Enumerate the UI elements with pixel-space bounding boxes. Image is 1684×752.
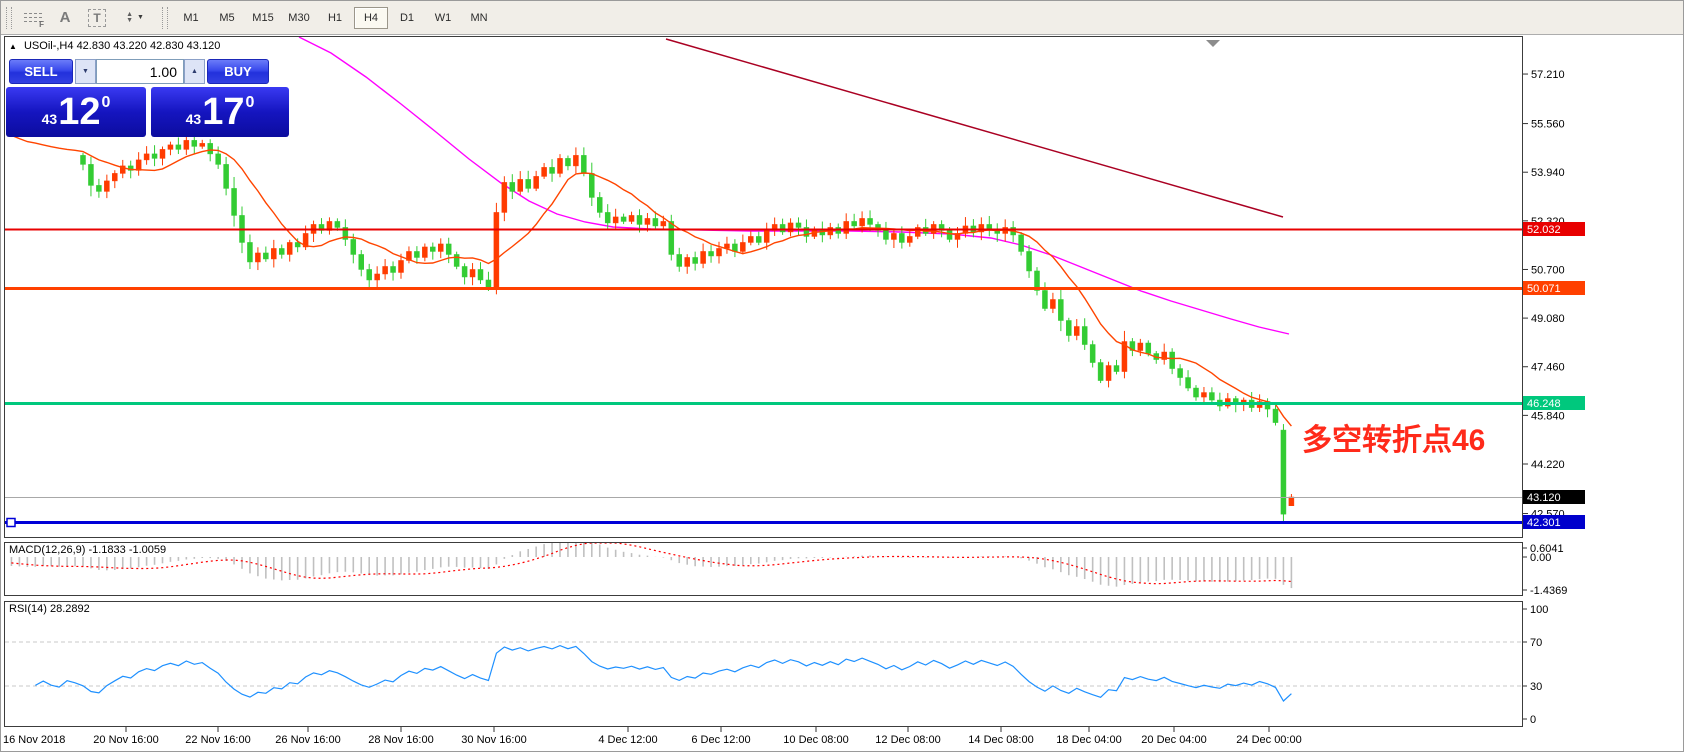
- macd-indicator-label: MACD(12,26,9) -1.1833 -1.0059: [9, 544, 166, 556]
- axis-tick-label: 50.700: [1531, 264, 1565, 276]
- text-tool-icon[interactable]: A: [49, 6, 81, 30]
- tab-timeframe-D1[interactable]: D1: [390, 7, 424, 29]
- date-axis[interactable]: 16 Nov 2018 20 Nov 16:00 22 Nov 16:00 26 No…: [1, 734, 1521, 752]
- axis-tick-label: 70: [1530, 637, 1542, 649]
- date-tick-label: 24 Dec 00:00: [1236, 734, 1301, 746]
- arrow-down-icon: ▼: [82, 68, 89, 75]
- axis-tick-label: 0: [1530, 714, 1536, 726]
- volume-input[interactable]: [96, 59, 184, 84]
- date-tick-label: 22 Nov 16:00: [185, 734, 250, 746]
- timeframe-group: M1M5M15M30H1H4D1W1MN: [173, 7, 497, 29]
- symbol-name: USOil-,H4: [24, 40, 74, 52]
- tab-timeframe-H1[interactable]: H1: [318, 7, 352, 29]
- axis-tick-label: 49.080: [1531, 313, 1565, 325]
- axis-tick-label: 45.840: [1531, 410, 1565, 422]
- tab-timeframe-H4[interactable]: H4: [354, 7, 388, 29]
- tab-timeframe-M1[interactable]: M1: [174, 7, 208, 29]
- date-tick-label: 10 Dec 08:00: [783, 734, 848, 746]
- tab-timeframe-W1[interactable]: W1: [426, 7, 460, 29]
- axis-tick-label: 43.120: [1527, 492, 1561, 504]
- buy-price-whole: 43: [186, 111, 202, 127]
- axis-tick-label: 30: [1530, 681, 1542, 693]
- arrows-tool-icon[interactable]: ▲ ▼ ▼: [113, 6, 157, 30]
- buy-price-pips: 17: [202, 91, 244, 134]
- rsi-indicator-label: RSI(14) 28.2892: [9, 603, 90, 615]
- axis-tick-label: 52.032: [1527, 224, 1561, 236]
- axis-tick-label: 44.220: [1531, 459, 1565, 471]
- toolbar-drag-handle[interactable]: [162, 7, 168, 29]
- mt4-window: F A T ▲ ▼ ▼ M1M5M15M30H1H4D1W1MN 57.210 5…: [0, 0, 1684, 752]
- axis-tick-label: 53.940: [1531, 167, 1565, 179]
- volume-increase-button[interactable]: ▲: [184, 59, 205, 84]
- textbox-tool-icon[interactable]: T: [81, 6, 113, 30]
- sell-price-pips: 12: [58, 91, 100, 134]
- date-tick-label: 4 Dec 12:00: [598, 734, 657, 746]
- symbol-header[interactable]: ▲ USOil-,H4 42.830 43.220 42.830 43.120: [9, 40, 220, 52]
- fibonacci-lines-icon: F: [24, 10, 42, 26]
- tab-timeframe-M15[interactable]: M15: [246, 7, 280, 29]
- date-tick-label: 6 Dec 12:00: [691, 734, 750, 746]
- sell-button[interactable]: SELL: [9, 59, 73, 84]
- tab-timeframe-M5[interactable]: M5: [210, 7, 244, 29]
- axis-tick-label: -1.4369: [1530, 585, 1567, 597]
- axis-tick-label: 42.301: [1527, 517, 1561, 529]
- axis-tick-label: 55.560: [1531, 119, 1565, 131]
- toolbar: F A T ▲ ▼ ▼ M1M5M15M30H1H4D1W1MN: [1, 1, 1683, 35]
- dropdown-caret-icon: ▼: [137, 14, 144, 21]
- chart-text-annotation: 多空转折点46: [1302, 415, 1485, 459]
- buy-price-sup: 0: [245, 94, 254, 112]
- date-tick-label: 18 Dec 04:00: [1056, 734, 1121, 746]
- volume-decrease-button[interactable]: ▼: [75, 59, 96, 84]
- date-tick-label: 30 Nov 16:00: [461, 734, 526, 746]
- date-tick-label: 28 Nov 16:00: [368, 734, 433, 746]
- axis-tick-label: 57.210: [1531, 69, 1565, 81]
- buy-button[interactable]: BUY: [207, 59, 269, 84]
- tab-timeframe-MN[interactable]: MN: [462, 7, 496, 29]
- date-tick-label: 20 Nov 16:00: [93, 734, 158, 746]
- ohlc-quotes: 42.830 43.220 42.830 43.120: [77, 40, 221, 52]
- tab-timeframe-M30[interactable]: M30: [282, 7, 316, 29]
- date-tick-label: 26 Nov 16:00: [275, 734, 340, 746]
- axis-tick-label: 100: [1530, 604, 1548, 616]
- fibonacci-tool-icon[interactable]: F: [17, 6, 49, 30]
- arrow-up-icon: ▲: [191, 68, 198, 75]
- buy-price-panel[interactable]: 43 17 0: [151, 87, 289, 137]
- axis-tick-label: 47.460: [1531, 362, 1565, 374]
- arrows-glyph-icon: ▲ ▼: [126, 12, 133, 24]
- collapse-arrow-icon[interactable]: ▲: [9, 42, 17, 51]
- axis-tick-label: 50.071: [1527, 283, 1561, 295]
- date-tick-label: 16 Nov 2018: [3, 734, 65, 746]
- axis-tick-label: 0.00: [1530, 552, 1551, 564]
- date-tick-label: 12 Dec 08:00: [875, 734, 940, 746]
- toolbar-drag-handle[interactable]: [6, 7, 12, 29]
- date-tick-label: 20 Dec 04:00: [1141, 734, 1206, 746]
- axis-tick-label: 46.248: [1527, 398, 1561, 410]
- sell-price-panel[interactable]: 43 12 0: [6, 87, 146, 137]
- sell-price-sup: 0: [101, 94, 110, 112]
- sell-price-whole: 43: [42, 111, 58, 127]
- date-tick-label: 14 Dec 08:00: [968, 734, 1033, 746]
